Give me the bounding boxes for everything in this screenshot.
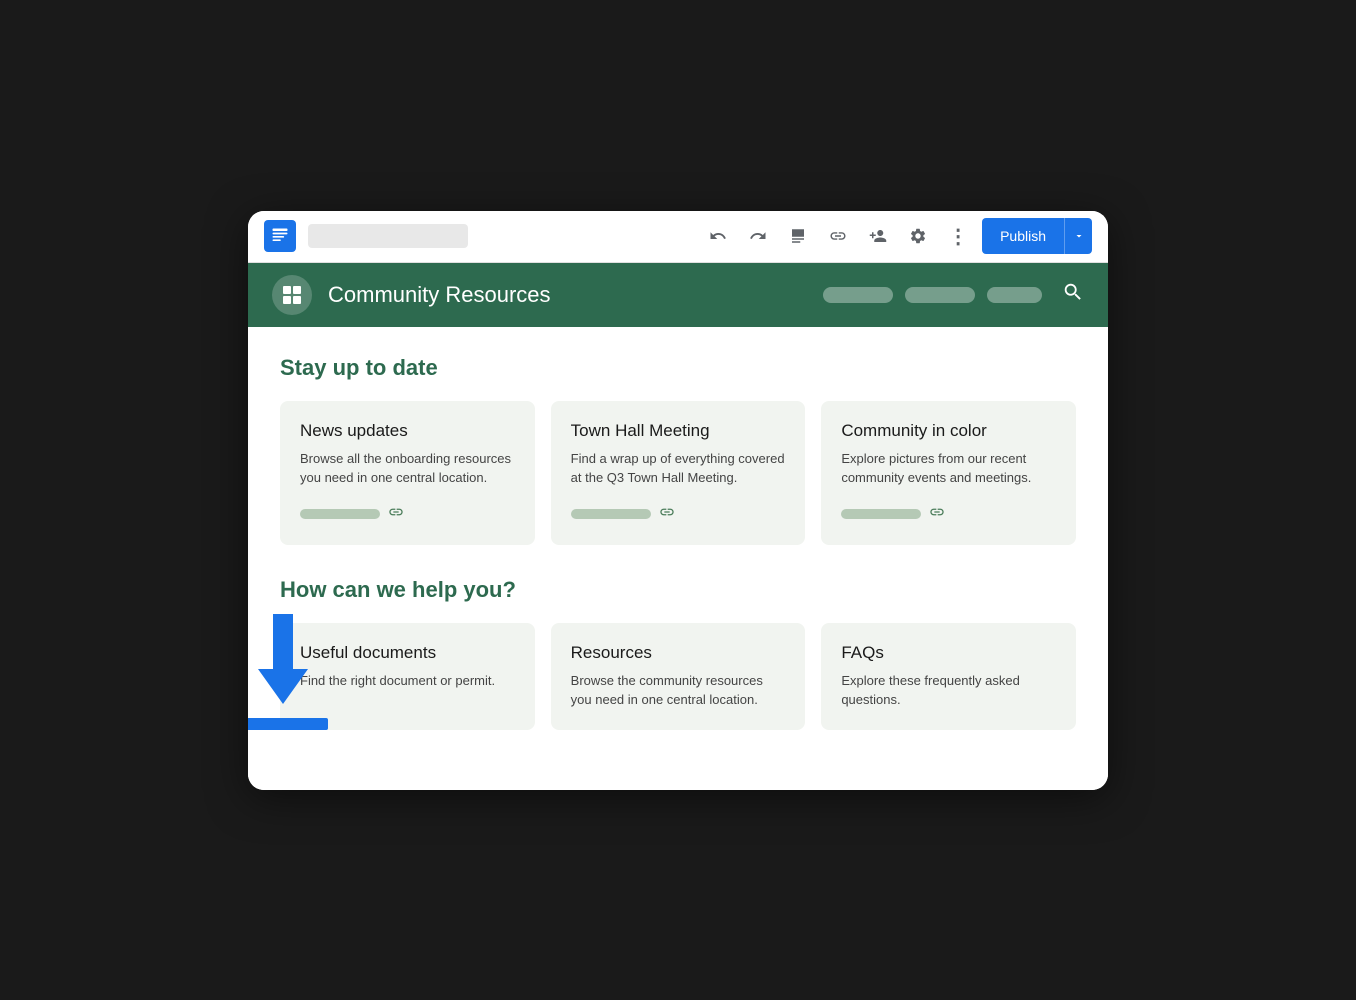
card-community-color-linkbar [841, 509, 921, 519]
section2-cards: Useful documents Find the right document… [280, 623, 1076, 730]
link-button[interactable] [822, 220, 854, 252]
app-logo [264, 220, 296, 252]
app-window: ⋮ Publish Community Resources [248, 211, 1108, 790]
section2-title: How can we help you? [280, 577, 1076, 603]
card-news-updates: News updates Browse all the onboarding r… [280, 401, 535, 545]
undo-button[interactable] [702, 220, 734, 252]
preview-button[interactable] [782, 220, 814, 252]
card-news-updates-linkbar [300, 509, 380, 519]
site-nav: Community Resources [248, 263, 1108, 327]
card-faqs: FAQs Explore these frequently asked ques… [821, 623, 1076, 730]
settings-button[interactable] [902, 220, 934, 252]
download-arrow [248, 614, 328, 730]
site-content: Community Resources Stay up to date News… [248, 263, 1108, 790]
card-news-updates-link-icon[interactable] [388, 504, 404, 525]
more-options-button[interactable]: ⋮ [942, 220, 974, 252]
card-community-color-link-icon[interactable] [929, 504, 945, 525]
card-community-color-footer [841, 504, 1056, 525]
redo-button[interactable] [742, 220, 774, 252]
card-resources-desc: Browse the community resources you need … [571, 671, 786, 710]
card-town-hall: Town Hall Meeting Find a wrap up of ever… [551, 401, 806, 545]
publish-button[interactable]: Publish [982, 218, 1064, 254]
nav-link-3[interactable] [987, 287, 1042, 303]
section1-title: Stay up to date [280, 355, 1076, 381]
card-resources: Resources Browse the community resources… [551, 623, 806, 730]
add-collaborator-button[interactable] [862, 220, 894, 252]
card-town-hall-desc: Find a wrap up of everything covered at … [571, 449, 786, 488]
document-title[interactable] [308, 224, 468, 248]
section1-cards: News updates Browse all the onboarding r… [280, 401, 1076, 545]
card-town-hall-footer [571, 504, 786, 525]
card-resources-title: Resources [571, 643, 786, 663]
arrow-base [248, 718, 328, 730]
site-nav-links [823, 281, 1084, 309]
card-community-color-desc: Explore pictures from our recent communi… [841, 449, 1056, 488]
publish-group: Publish [982, 218, 1092, 254]
nav-link-2[interactable] [905, 287, 975, 303]
card-news-updates-desc: Browse all the onboarding resources you … [300, 449, 515, 488]
card-faqs-title: FAQs [841, 643, 1056, 663]
main-area: Stay up to date News updates Browse all … [248, 327, 1108, 790]
toolbar: ⋮ Publish [248, 211, 1108, 263]
card-useful-docs-title: Useful documents [300, 643, 515, 663]
card-news-updates-title: News updates [300, 421, 515, 441]
nav-link-1[interactable] [823, 287, 893, 303]
card-town-hall-title: Town Hall Meeting [571, 421, 786, 441]
site-title: Community Resources [328, 282, 807, 308]
toolbar-actions: ⋮ Publish [702, 218, 1092, 254]
site-search-icon[interactable] [1062, 281, 1084, 309]
card-community-color: Community in color Explore pictures from… [821, 401, 1076, 545]
site-logo [272, 275, 312, 315]
publish-dropdown-button[interactable] [1064, 218, 1092, 254]
card-useful-docs-desc: Find the right document or permit. [300, 671, 515, 710]
card-news-updates-footer [300, 504, 515, 525]
card-community-color-title: Community in color [841, 421, 1056, 441]
card-faqs-desc: Explore these frequently asked questions… [841, 671, 1056, 710]
card-town-hall-link-icon[interactable] [659, 504, 675, 525]
card-town-hall-linkbar [571, 509, 651, 519]
